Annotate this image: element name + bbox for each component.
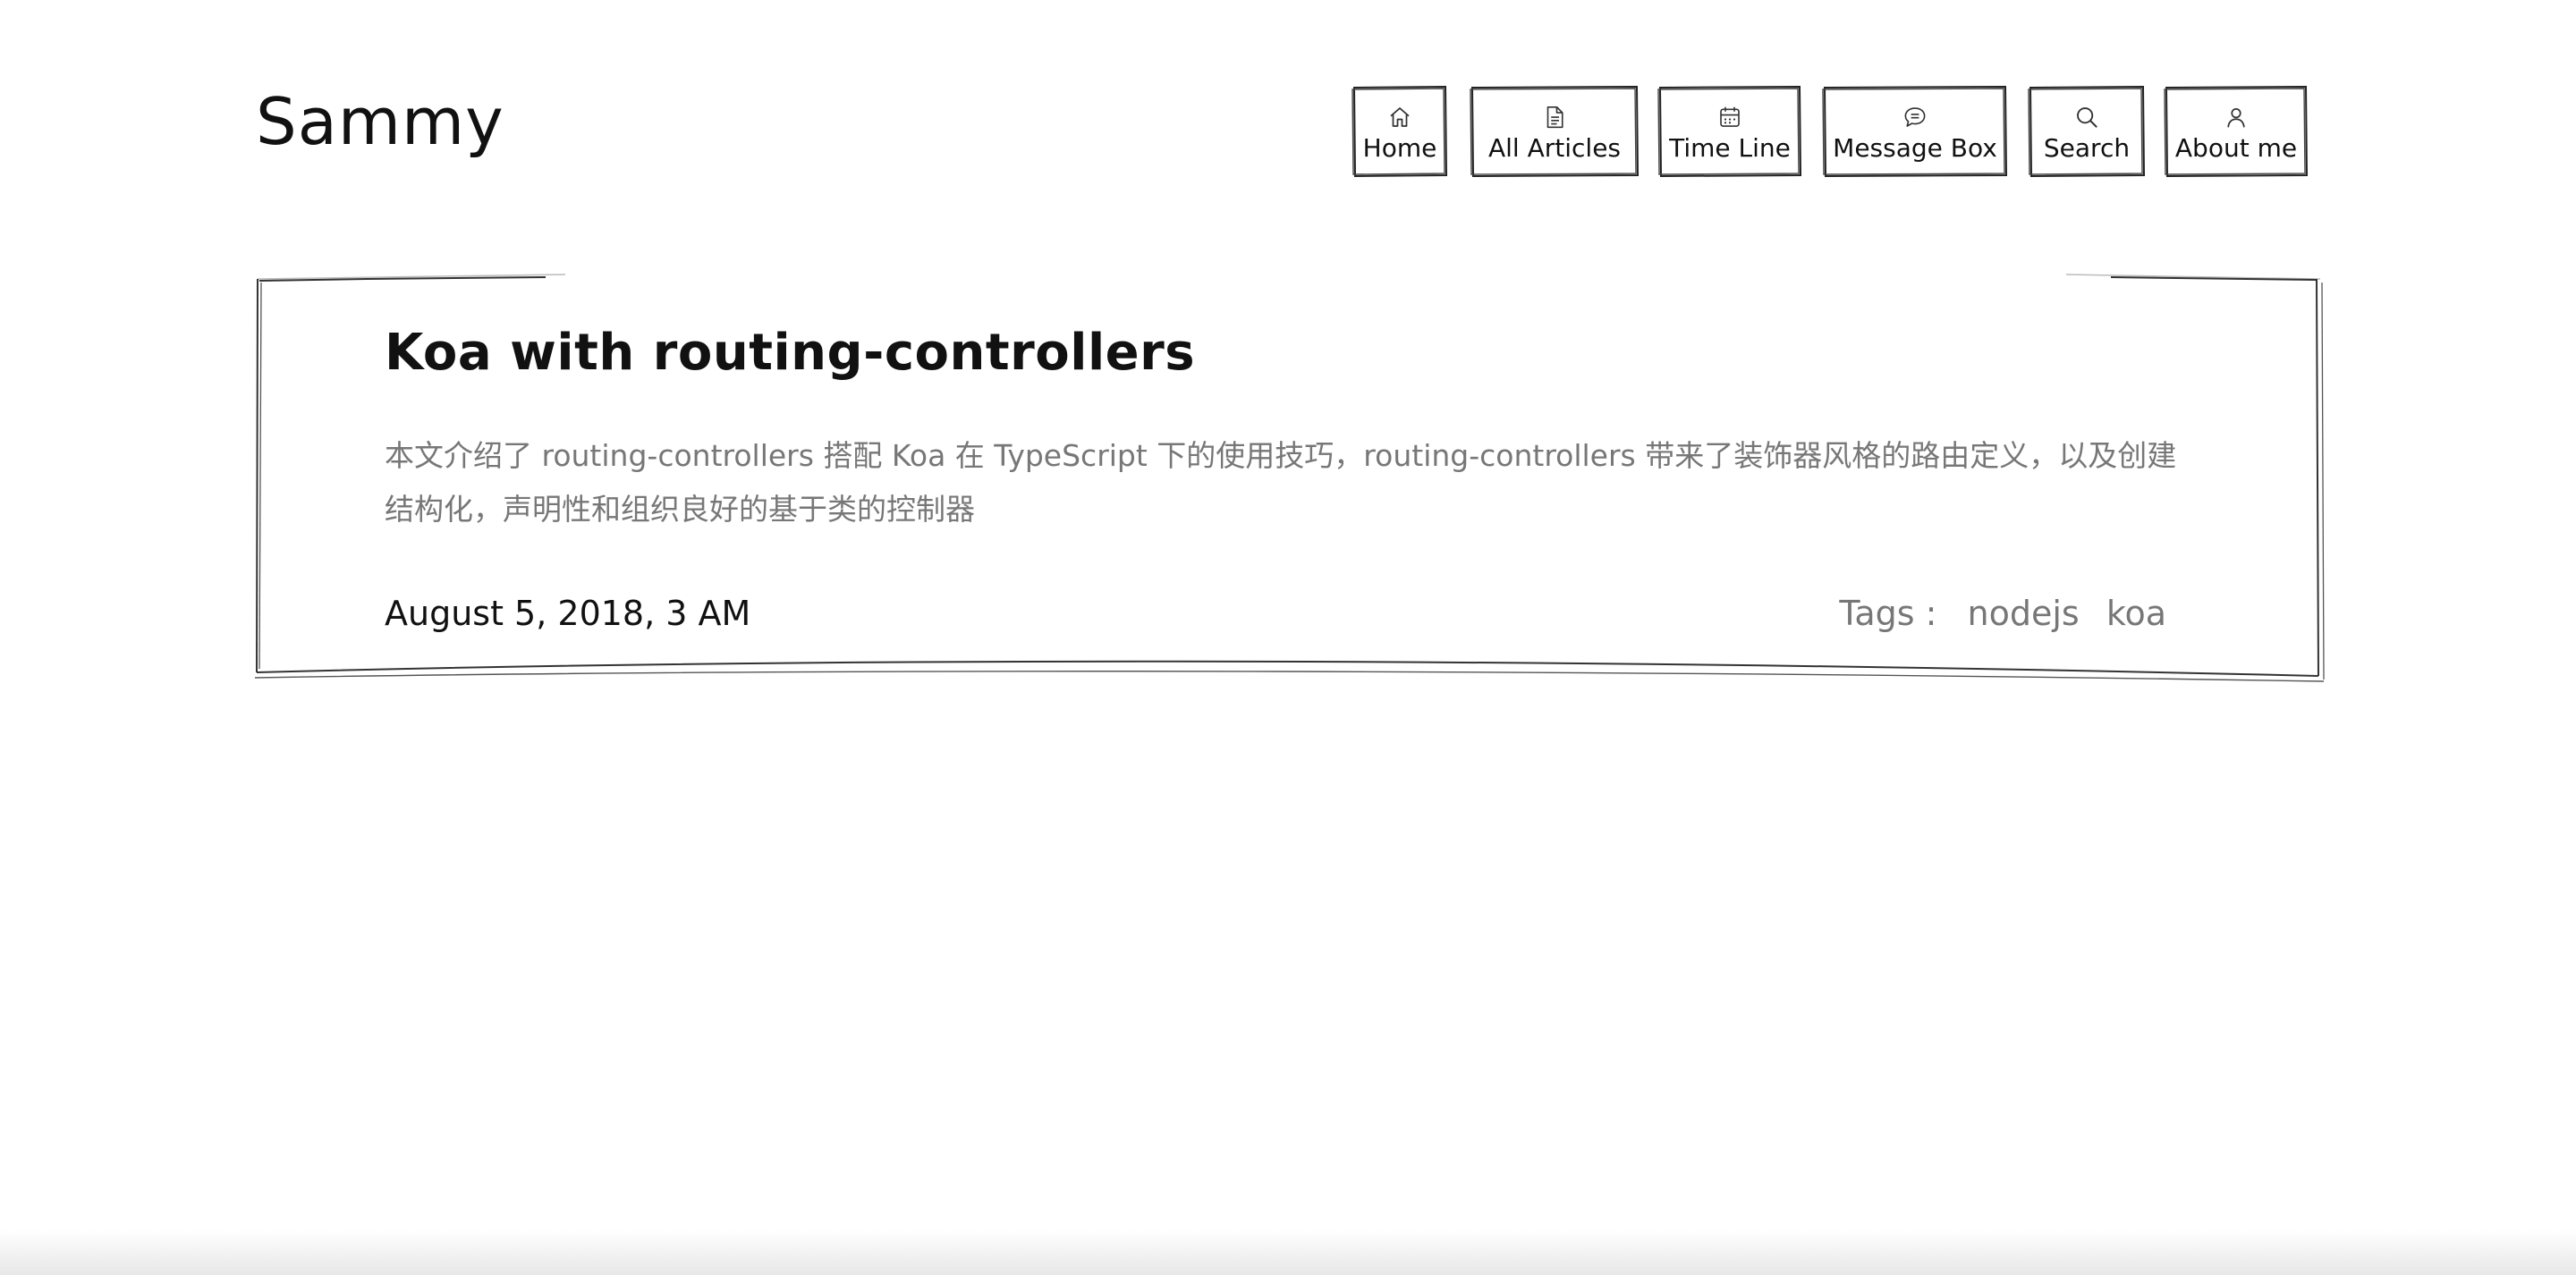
nav-frame	[2028, 85, 2146, 178]
nav-item-time-line[interactable]: Time Line	[1657, 85, 1802, 178]
tags-label: Tags :	[1839, 594, 1937, 633]
tag-link[interactable]: koa	[2106, 594, 2166, 633]
nav-frame	[2164, 85, 2309, 178]
tag-link[interactable]: nodejs	[1968, 594, 2080, 633]
calendar-icon	[1720, 106, 1740, 127]
nav-label: Home	[1362, 133, 1437, 163]
nav-label: Time Line	[1669, 133, 1791, 163]
nav-item-home[interactable]: Home	[1352, 85, 1448, 178]
article-card[interactable]: Koa with routing-controllers 本文介绍了 routi…	[254, 274, 2325, 682]
home-icon	[1390, 107, 1410, 127]
article-tags: Tags : nodejs koa	[1839, 594, 2166, 633]
nav-label: Search	[2043, 133, 2131, 163]
nav-item-all-articles[interactable]: All Articles	[1470, 85, 1640, 178]
search-icon	[2077, 107, 2097, 128]
site-header: Sammy Home All Articles Time Line Messag…	[0, 0, 2576, 206]
nav-item-about-me[interactable]: About me	[2164, 85, 2309, 178]
message-icon	[1904, 107, 1926, 127]
nav-frame	[1822, 85, 2008, 178]
nav-label: All Articles	[1487, 133, 1622, 163]
nav-frame	[1657, 85, 1802, 178]
document-icon	[1546, 106, 1563, 129]
nav-label: Message Box	[1833, 133, 1997, 163]
user-icon	[2227, 107, 2245, 128]
nav-frame	[1352, 85, 1448, 178]
article-title[interactable]: Koa with routing-controllers	[385, 325, 1195, 381]
article-summary: 本文介绍了 routing-controllers 搭配 Koa 在 TypeS…	[385, 438, 2177, 527]
article-date: August 5, 2018, 3 AM	[385, 594, 751, 633]
nav-item-search[interactable]: Search	[2028, 85, 2146, 178]
site-title[interactable]: Sammy	[256, 89, 504, 154]
nav-item-message-box[interactable]: Message Box	[1822, 85, 2008, 178]
nav-frame	[1470, 85, 1640, 178]
article-meta: August 5, 2018, 3 AM Tags : nodejs koa	[385, 594, 2166, 638]
nav-label: About me	[2174, 133, 2298, 163]
bottom-shadow	[0, 1230, 2576, 1275]
